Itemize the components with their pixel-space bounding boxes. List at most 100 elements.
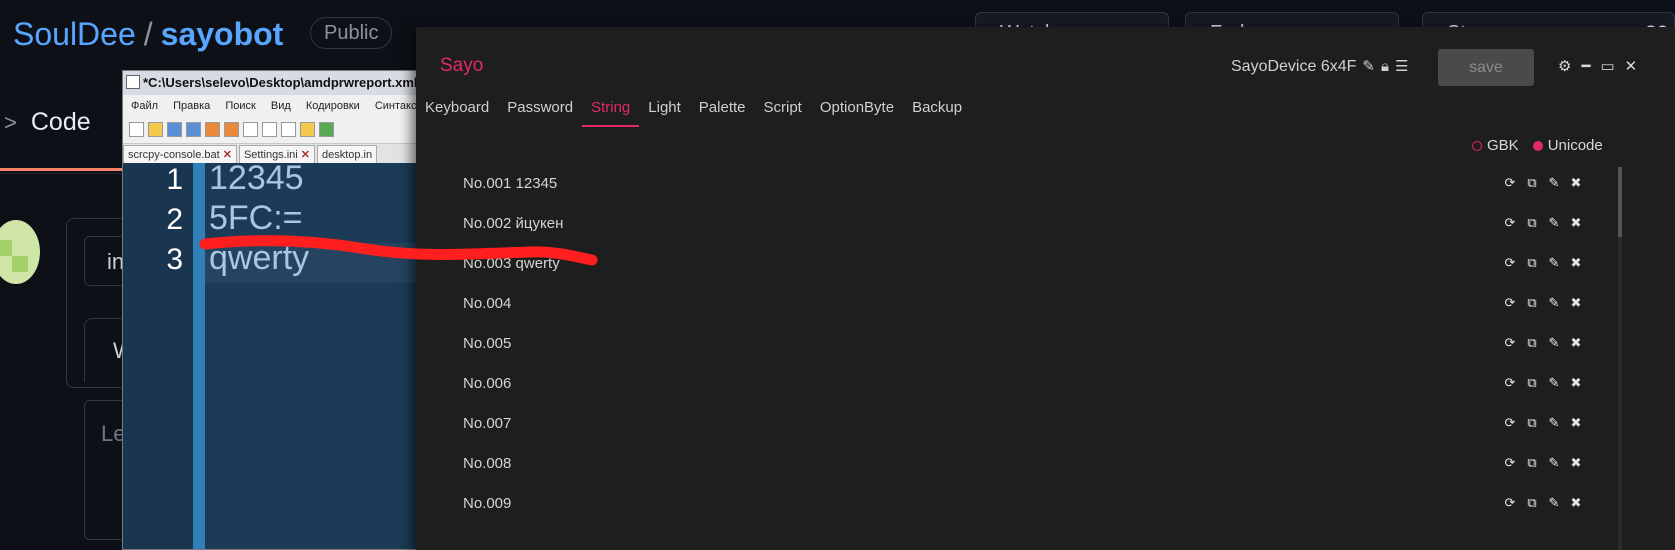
edit-icon[interactable]: ✎: [1362, 57, 1375, 75]
edit-icon[interactable]: ✎: [1543, 175, 1565, 191]
tab-light[interactable]: Light: [639, 97, 690, 125]
unicode-radio[interactable]: [1532, 141, 1543, 151]
edit-icon[interactable]: ✎: [1543, 295, 1565, 311]
string-row[interactable]: No.007 ⟳ ⧉ ✎ ✖: [416, 403, 1675, 443]
edit-icon[interactable]: ✎: [1543, 415, 1565, 431]
close-file-icon[interactable]: [205, 122, 220, 137]
copy-icon[interactable]: ⧉: [1521, 335, 1543, 351]
save-icon[interactable]: [167, 122, 182, 137]
copy-icon[interactable]: ⧉: [1521, 215, 1543, 231]
paste-icon[interactable]: [300, 122, 315, 137]
tab-optionbyte[interactable]: OptionByte: [811, 97, 903, 125]
menu-encoding[interactable]: Кодировки: [306, 100, 360, 112]
refresh-icon[interactable]: ⟳: [1499, 255, 1521, 271]
string-row[interactable]: No.005 ⟳ ⧉ ✎ ✖: [416, 323, 1675, 363]
edit-icon[interactable]: ✎: [1543, 455, 1565, 471]
menu-view[interactable]: Вид: [271, 100, 291, 112]
sayo-logo: Sayo: [440, 55, 484, 76]
edit-icon[interactable]: ✎: [1543, 215, 1565, 231]
delete-icon[interactable]: ✖: [1565, 215, 1587, 231]
string-row[interactable]: No.009 ⟳ ⧉ ✎ ✖: [416, 483, 1675, 523]
refresh-icon[interactable]: ⟳: [1499, 415, 1521, 431]
gbk-label: GBK: [1487, 137, 1519, 154]
string-row-label: No.007: [463, 415, 512, 432]
edit-icon[interactable]: ✎: [1543, 495, 1565, 511]
scrollbar[interactable]: [1618, 167, 1622, 550]
tab-string[interactable]: String: [582, 97, 640, 127]
menu-file[interactable]: Файл: [131, 100, 158, 112]
delete-icon[interactable]: ✖: [1565, 495, 1587, 511]
new-file-icon[interactable]: [129, 122, 144, 137]
delete-icon[interactable]: ✖: [1565, 255, 1587, 271]
minimize-icon[interactable]: ━: [1581, 58, 1590, 75]
menu-icon[interactable]: ☰: [1395, 57, 1408, 75]
string-row[interactable]: No.001 12345 ⟳ ⧉ ✎ ✖: [416, 163, 1675, 203]
copy-icon[interactable]: ⧉: [1521, 175, 1543, 191]
refresh-icon[interactable]: ⟳: [1499, 495, 1521, 511]
copy-icon[interactable]: ⧉: [1521, 295, 1543, 311]
refresh-icon[interactable]: ⟳: [1499, 335, 1521, 351]
copy-icon[interactable]: ⧉: [1521, 455, 1543, 471]
delete-icon[interactable]: ✖: [1565, 455, 1587, 471]
delete-icon[interactable]: ✖: [1565, 415, 1587, 431]
string-row-label: No.006: [463, 375, 512, 392]
avatar[interactable]: [0, 220, 40, 284]
string-row-label: No.004: [463, 295, 512, 312]
edit-icon[interactable]: ✎: [1543, 255, 1565, 271]
string-row[interactable]: No.003 qwerty ⟳ ⧉ ✎ ✖: [416, 243, 1675, 283]
menu-syntax[interactable]: Синтаксис: [375, 100, 421, 112]
string-row[interactable]: No.004 ⟳ ⧉ ✎ ✖: [416, 283, 1675, 323]
close-icon[interactable]: ✕: [1625, 58, 1638, 75]
tab-palette[interactable]: Palette: [690, 97, 755, 125]
line-number: 2: [166, 203, 183, 236]
editor-line: 5FC:=: [209, 199, 303, 237]
notepad-titlebar[interactable]: *C:\Users\selevo\Desktop\amdprwreport.xm…: [123, 71, 421, 95]
print-icon[interactable]: [243, 122, 258, 137]
delete-icon[interactable]: ✖: [1565, 295, 1587, 311]
edit-icon[interactable]: ✎: [1543, 375, 1565, 391]
file-tab[interactable]: desktop.in: [316, 145, 378, 164]
gear-icon[interactable]: ⚙: [1558, 58, 1571, 75]
copy-icon[interactable]: ⧉: [1521, 495, 1543, 511]
cut-icon[interactable]: [262, 122, 277, 137]
copy-icon[interactable]: [281, 122, 296, 137]
tab-code[interactable]: > Code: [0, 108, 91, 158]
lock-icon[interactable]: 🔒︎: [1381, 58, 1389, 75]
copy-icon[interactable]: ⧉: [1521, 415, 1543, 431]
menu-search[interactable]: Поиск: [225, 100, 255, 112]
refresh-icon[interactable]: ⟳: [1499, 375, 1521, 391]
copy-icon[interactable]: ⧉: [1521, 375, 1543, 391]
string-row[interactable]: No.008 ⟳ ⧉ ✎ ✖: [416, 443, 1675, 483]
tab-backup[interactable]: Backup: [903, 97, 971, 125]
refresh-icon[interactable]: ⟳: [1499, 455, 1521, 471]
string-row[interactable]: No.002 йцукен ⟳ ⧉ ✎ ✖: [416, 203, 1675, 243]
gbk-radio[interactable]: [1472, 141, 1482, 151]
repo-owner-link[interactable]: SoulDee: [13, 16, 136, 52]
delete-icon[interactable]: ✖: [1565, 375, 1587, 391]
scrollbar-thumb[interactable]: [1618, 167, 1622, 237]
repo-name-link[interactable]: sayobot: [161, 16, 284, 52]
string-row-label: No.005: [463, 335, 512, 352]
menu-edit[interactable]: Правка: [173, 100, 210, 112]
delete-icon[interactable]: ✖: [1565, 175, 1587, 191]
undo-icon[interactable]: [319, 122, 334, 137]
delete-icon[interactable]: ✖: [1565, 335, 1587, 351]
edit-icon[interactable]: ✎: [1543, 335, 1565, 351]
tab-keyboard[interactable]: Keyboard: [416, 97, 498, 125]
open-file-icon[interactable]: [148, 122, 163, 137]
refresh-icon[interactable]: ⟳: [1499, 295, 1521, 311]
maximize-icon[interactable]: ▭: [1600, 58, 1614, 75]
string-row[interactable]: No.006 ⟳ ⧉ ✎ ✖: [416, 363, 1675, 403]
tab-script[interactable]: Script: [755, 97, 811, 125]
copy-icon[interactable]: ⧉: [1521, 255, 1543, 271]
save-all-icon[interactable]: [186, 122, 201, 137]
save-button[interactable]: save: [1438, 49, 1534, 86]
notepad-editor[interactable]: 1 12345 2 5FC:= 3 qwerty: [123, 159, 421, 549]
close-all-icon[interactable]: [224, 122, 239, 137]
editor-line: 12345: [209, 159, 304, 197]
fold-margin: [193, 163, 205, 549]
string-row-label: No.003 qwerty: [463, 255, 560, 272]
refresh-icon[interactable]: ⟳: [1499, 175, 1521, 191]
refresh-icon[interactable]: ⟳: [1499, 215, 1521, 231]
tab-password[interactable]: Password: [498, 97, 582, 125]
